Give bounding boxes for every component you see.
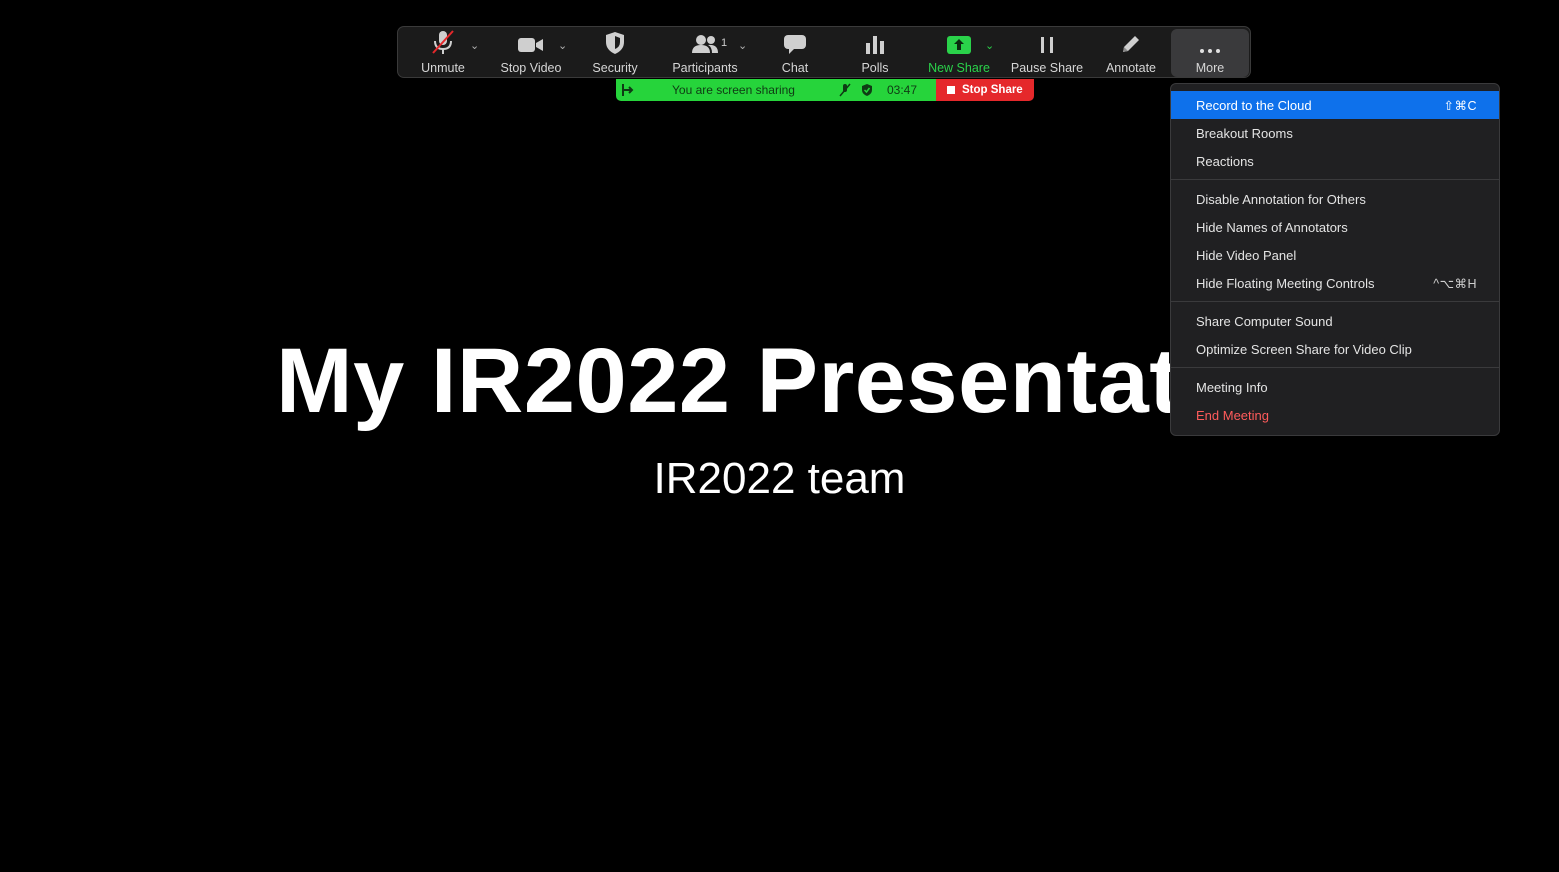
meeting-toolbar: Unmute ⌄ Stop Video ⌄ Security Participa… bbox=[397, 26, 1251, 78]
participants-icon bbox=[691, 27, 719, 55]
stop-share-label: Stop Share bbox=[962, 84, 1023, 96]
annotate-button[interactable]: Annotate bbox=[1098, 27, 1164, 77]
stop-video-button[interactable]: Stop Video bbox=[496, 27, 566, 77]
screen-sharing-status: You are screen sharing bbox=[672, 83, 795, 97]
annotate-label: Annotate bbox=[1105, 61, 1157, 75]
polls-label: Polls bbox=[861, 61, 889, 75]
share-options-chevron-icon[interactable]: ⌄ bbox=[985, 39, 994, 52]
shield-check-icon bbox=[861, 83, 873, 100]
video-options-chevron-icon[interactable]: ⌄ bbox=[558, 39, 567, 52]
screen: My IR2022 Presentati IR2022 team Unmute … bbox=[0, 0, 1559, 872]
muted-mic-icon bbox=[431, 27, 455, 55]
menu-item-share-computer-sound[interactable]: Share Computer Sound bbox=[1171, 307, 1499, 335]
stop-video-label: Stop Video bbox=[500, 61, 562, 75]
menu-item-hide-floating-controls[interactable]: Hide Floating Meeting Controls ^⌥⌘H bbox=[1171, 269, 1499, 297]
participants-button[interactable]: Participants bbox=[668, 27, 742, 77]
menu-item-end-meeting[interactable]: End Meeting bbox=[1171, 401, 1499, 429]
menu-item-meeting-info[interactable]: Meeting Info bbox=[1171, 373, 1499, 401]
muted-mic-icon bbox=[839, 83, 851, 100]
slide-title: My IR2022 Presentati bbox=[276, 330, 1207, 432]
menu-item-hide-annotator-names[interactable]: Hide Names of Annotators bbox=[1171, 213, 1499, 241]
chat-label: Chat bbox=[781, 61, 809, 75]
security-button[interactable]: Security bbox=[585, 27, 645, 77]
pencil-icon bbox=[1120, 27, 1142, 55]
stop-square-icon bbox=[947, 86, 955, 94]
menu-item-label: Reactions bbox=[1196, 153, 1254, 169]
menu-item-label: Disable Annotation for Others bbox=[1196, 191, 1366, 207]
menu-item-label: Hide Video Panel bbox=[1196, 247, 1297, 263]
unmute-label: Unmute bbox=[421, 61, 465, 75]
more-dots-icon bbox=[1199, 29, 1221, 55]
screen-sharing-bar[interactable]: You are screen sharing 03:47 bbox=[616, 79, 936, 101]
menu-item-label: Record to the Cloud bbox=[1196, 97, 1312, 113]
pause-share-button[interactable]: Pause Share bbox=[1008, 27, 1086, 77]
new-share-label: New Share bbox=[928, 61, 990, 75]
participants-label: Participants bbox=[672, 61, 738, 75]
menu-item-disable-annotation[interactable]: Disable Annotation for Others bbox=[1171, 185, 1499, 213]
menu-item-label: Hide Floating Meeting Controls bbox=[1196, 275, 1375, 291]
more-label: More bbox=[1195, 61, 1225, 75]
menu-item-label: Meeting Info bbox=[1196, 379, 1268, 395]
menu-item-label: Optimize Screen Share for Video Clip bbox=[1196, 341, 1412, 357]
menu-item-hide-video-panel[interactable]: Hide Video Panel bbox=[1171, 241, 1499, 269]
menu-item-label: Share Computer Sound bbox=[1196, 313, 1333, 329]
pause-icon bbox=[1037, 27, 1057, 55]
menu-item-label: Breakout Rooms bbox=[1196, 125, 1293, 141]
menu-divider bbox=[1171, 301, 1499, 302]
menu-item-label: End Meeting bbox=[1196, 407, 1269, 423]
more-dropdown-menu: Record to the Cloud ⇧⌘C Breakout Rooms R… bbox=[1170, 83, 1500, 436]
menu-item-shortcut: ⇧⌘C bbox=[1443, 98, 1477, 113]
security-label: Security bbox=[592, 61, 638, 75]
menu-item-record-to-cloud[interactable]: Record to the Cloud ⇧⌘C bbox=[1171, 91, 1499, 119]
more-button[interactable]: More bbox=[1171, 29, 1249, 77]
sharing-timer: 03:47 bbox=[887, 83, 918, 97]
stop-share-button[interactable]: Stop Share bbox=[936, 79, 1034, 101]
menu-item-reactions[interactable]: Reactions bbox=[1171, 147, 1499, 175]
drag-handle-icon[interactable] bbox=[621, 82, 635, 101]
shield-icon bbox=[604, 27, 626, 55]
participants-options-chevron-icon[interactable]: ⌄ bbox=[738, 39, 747, 52]
pause-share-label: Pause Share bbox=[1010, 61, 1084, 75]
menu-item-optimize-video-clip[interactable]: Optimize Screen Share for Video Clip bbox=[1171, 335, 1499, 363]
share-arrow-icon bbox=[946, 27, 972, 55]
unmute-button[interactable]: Unmute bbox=[411, 27, 475, 77]
chat-bubble-icon bbox=[783, 27, 807, 55]
slide-subtitle: IR2022 team bbox=[653, 454, 906, 503]
polls-button[interactable]: Polls bbox=[846, 27, 904, 77]
participants-count: 1 bbox=[721, 37, 728, 49]
menu-item-shortcut: ^⌥⌘H bbox=[1433, 276, 1477, 291]
menu-item-breakout-rooms[interactable]: Breakout Rooms bbox=[1171, 119, 1499, 147]
menu-divider bbox=[1171, 367, 1499, 368]
video-camera-icon bbox=[517, 27, 545, 55]
menu-divider bbox=[1171, 179, 1499, 180]
menu-item-label: Hide Names of Annotators bbox=[1196, 219, 1348, 235]
audio-options-chevron-icon[interactable]: ⌄ bbox=[470, 39, 479, 52]
chat-button[interactable]: Chat bbox=[766, 27, 824, 77]
bar-chart-icon bbox=[864, 27, 886, 55]
new-share-button[interactable]: New Share bbox=[924, 27, 994, 77]
